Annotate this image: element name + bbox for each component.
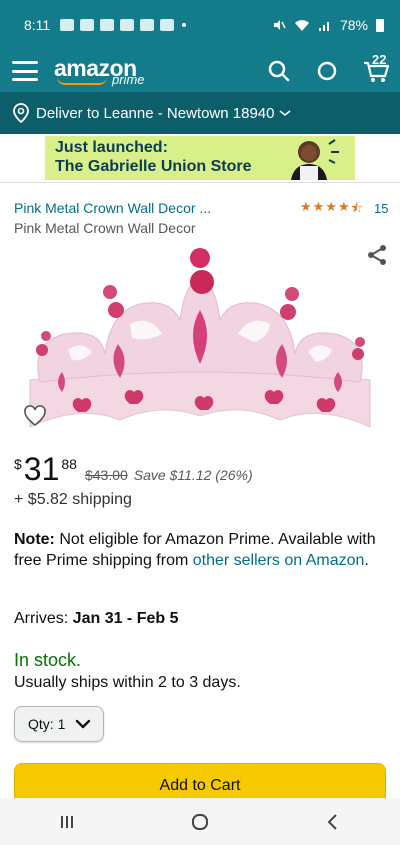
arrives-label: Arrives: bbox=[14, 610, 73, 627]
search-icon[interactable] bbox=[266, 58, 292, 84]
app-header: amazon prime 22 bbox=[0, 50, 400, 92]
arrival-dates: Jan 31 - Feb 5 bbox=[72, 610, 179, 627]
delivery-text: Deliver to Leanne - Newtown 18940 bbox=[36, 104, 275, 122]
prime-note: Note: Not eligible for Amazon Prime. Ava… bbox=[14, 529, 386, 571]
notification-icons bbox=[60, 19, 175, 31]
status-bar: 8:11 78% bbox=[0, 0, 400, 50]
amazon-prime-logo[interactable]: amazon prime bbox=[54, 53, 154, 89]
quantity-select[interactable]: Qty: 1 bbox=[14, 706, 104, 742]
notification-icon bbox=[80, 19, 95, 31]
delivery-location-bar[interactable]: Deliver to Leanne - Newtown 18940 bbox=[0, 92, 400, 134]
promo-banner[interactable]: Just launched: The Gabrielle Union Store bbox=[45, 136, 355, 180]
notification-icon bbox=[60, 19, 75, 31]
cart-button[interactable]: 22 bbox=[362, 52, 390, 84]
qty-label: Qty: bbox=[28, 716, 54, 732]
star-icon: ★ bbox=[337, 199, 350, 214]
star-icon: ★ bbox=[312, 199, 325, 214]
battery-percent: 78% bbox=[339, 17, 368, 33]
logo-smile bbox=[57, 77, 107, 85]
recent-apps-icon[interactable] bbox=[54, 812, 80, 832]
signal-icon bbox=[318, 22, 329, 31]
savings-text: Save $11.12 (26%) bbox=[133, 467, 253, 483]
notification-icon bbox=[120, 19, 135, 31]
other-sellers-link[interactable]: other sellers on Amazon bbox=[193, 552, 365, 569]
cart-count: 22 bbox=[372, 52, 387, 67]
wishlist-heart-icon[interactable] bbox=[22, 404, 48, 428]
price-fraction: 88 bbox=[61, 456, 77, 472]
system-icons: 78% bbox=[272, 17, 388, 33]
star-icon: ★ bbox=[300, 199, 312, 214]
notification-icon bbox=[140, 19, 155, 31]
price-currency: $ bbox=[14, 456, 22, 472]
ships-within: Usually ships within 2 to 3 days. bbox=[14, 674, 241, 691]
logo-prime: prime bbox=[112, 72, 145, 87]
list-price: $43.00 bbox=[84, 467, 128, 483]
mute-icon bbox=[273, 20, 286, 30]
shipping-cost: + $5.82 shipping bbox=[14, 491, 132, 508]
product-title-link[interactable]: Pink Metal Crown Wall Decor ... bbox=[14, 200, 211, 216]
divider bbox=[0, 182, 400, 183]
rating-count[interactable]: 15 bbox=[374, 201, 388, 216]
stock-status: In stock. bbox=[14, 650, 82, 670]
notification-icon bbox=[100, 19, 115, 31]
star-icon: ★ bbox=[325, 199, 337, 214]
chevron-down-icon bbox=[279, 110, 291, 117]
menu-icon[interactable] bbox=[12, 61, 38, 81]
wifi-icon bbox=[294, 20, 309, 31]
arrival-info: Arrives: Jan 31 - Feb 5 bbox=[14, 610, 179, 628]
system-nav-bar bbox=[0, 798, 400, 845]
half-star-icon: ⯪ bbox=[350, 200, 363, 215]
product-image[interactable] bbox=[20, 242, 380, 442]
battery-icon bbox=[376, 18, 384, 32]
note-end: . bbox=[364, 552, 369, 569]
note-label: Note: bbox=[14, 531, 55, 548]
star-rating[interactable]: ★ ★ ★ ★ ⯪ bbox=[300, 199, 363, 221]
chevron-down-icon bbox=[76, 719, 91, 729]
banner-line1: Just launched: bbox=[55, 139, 168, 156]
price-whole: 31 bbox=[23, 451, 60, 487]
notification-icon bbox=[160, 19, 175, 31]
product-title: Pink Metal Crown Wall Decor bbox=[14, 220, 196, 236]
price-block: $ 31 88 $43.00 Save $11.12 (26%) bbox=[14, 452, 253, 486]
banner-person-image bbox=[291, 139, 339, 180]
back-icon[interactable] bbox=[320, 812, 346, 832]
alexa-icon[interactable] bbox=[314, 58, 340, 84]
qty-value: 1 bbox=[57, 716, 66, 732]
home-icon[interactable] bbox=[187, 812, 213, 832]
status-time: 8:11 bbox=[24, 17, 51, 33]
location-pin-icon bbox=[13, 103, 29, 123]
more-notifications-dot bbox=[182, 23, 187, 27]
banner-line2: The Gabrielle Union Store bbox=[55, 158, 252, 175]
